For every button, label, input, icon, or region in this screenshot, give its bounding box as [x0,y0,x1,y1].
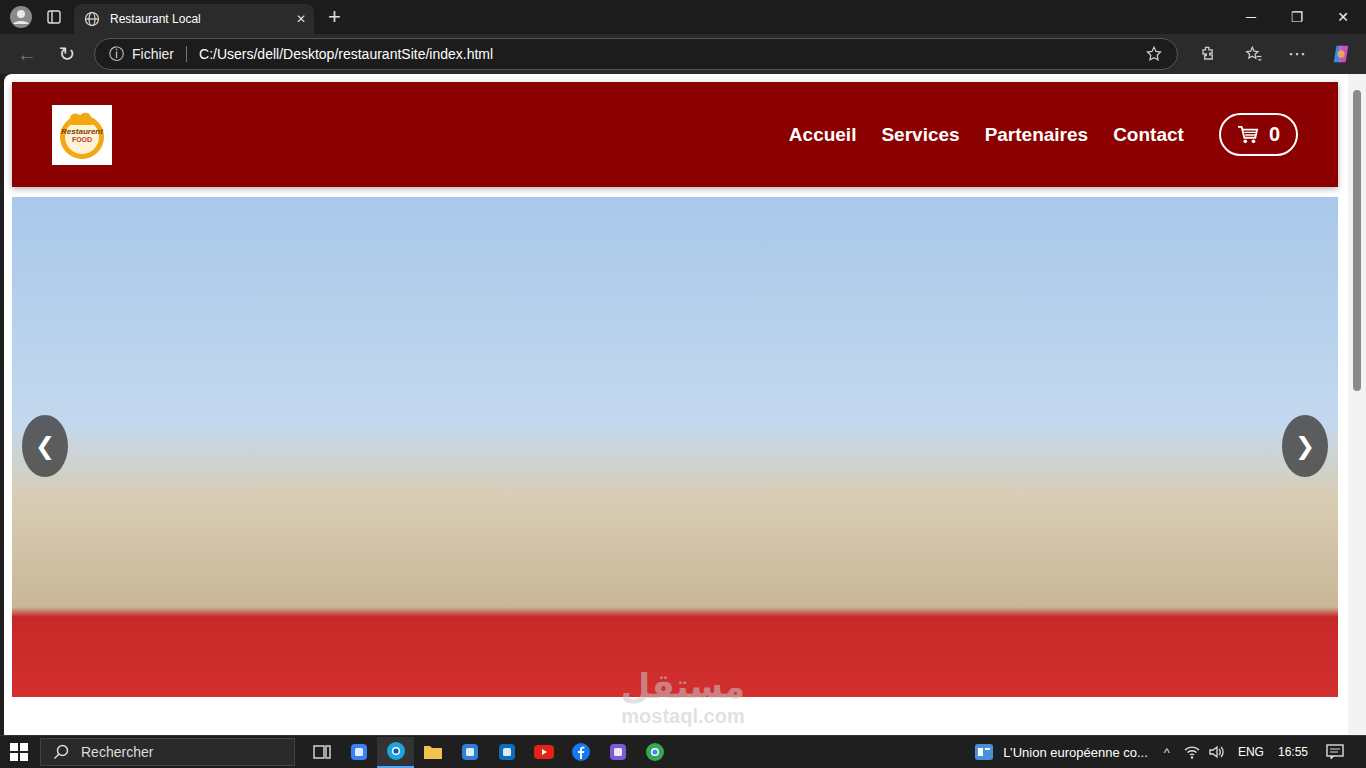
folder-icon [423,743,443,761]
taskbar: Rechercher L’Union européenne co... ^ ENG 16… [0,735,1366,768]
news-text: L’Union européenne co... [1003,745,1148,760]
language-indicator[interactable]: ENG [1238,745,1264,759]
cart-icon [1237,125,1259,145]
chrome-icon [645,742,665,762]
news-widget[interactable]: L’Union européenne co... [975,744,1148,760]
taskbar-app[interactable] [451,737,488,768]
desktop: Restaurant Local✕+─❐✕←↻ⓘFichierC:/Users/… [0,0,1366,768]
cart-button[interactable]: 0 [1219,113,1298,156]
hero-carousel: ❮❯ [12,197,1338,697]
taskbar-app[interactable] [340,737,377,768]
carousel-prev-button[interactable]: ❮ [22,415,68,477]
store-icon [461,743,479,761]
taskbar-app[interactable] [599,737,636,768]
logo[interactable]: RestaurentFOOD [52,105,112,165]
browser-toolbar: ← ↻ ⓘ Fichier C:/Users/dell/Desktop/restaura… [0,34,1366,74]
info-icon[interactable]: ⓘ [109,45,124,64]
extensions-icon[interactable] [1198,44,1218,64]
copilot-icon [350,743,368,761]
taskbar-app[interactable] [636,737,673,768]
youtube-icon [534,744,554,760]
profile-icon[interactable] [10,5,34,29]
nav-link[interactable]: Accueil [789,124,857,146]
watermark: مستقلmostaql.com [598,668,768,728]
taskbar-app[interactable] [377,737,414,768]
window-control-button[interactable]: ❐ [1274,9,1320,25]
search-icon [53,744,69,760]
taskbar-app[interactable] [562,737,599,768]
page-viewport: RestaurentFOOD Accueil Services Partenaires… [4,74,1366,735]
more-button[interactable]: ⋯ [1284,43,1310,65]
edge-icon [386,741,406,761]
nav-link[interactable]: Services [881,124,959,146]
site-navbar: RestaurentFOOD Accueil Services Partenaires… [12,82,1338,187]
scrollbar[interactable] [1348,74,1366,735]
scheme-label: Fichier [132,46,174,62]
favorites-icon[interactable] [1244,44,1264,64]
reload-button[interactable]: ↻ [54,42,80,66]
address-bar[interactable]: ⓘ Fichier C:/Users/dell/Desktop/restaurant… [94,38,1178,70]
windows-start-icon[interactable] [10,743,28,761]
tray-chevron-button[interactable]: ^ [1164,745,1170,760]
notification-icon[interactable] [1326,744,1344,760]
logo-text: Restaurent [61,127,103,136]
tab-bar: Restaurant Local✕+─❐✕ [0,0,1366,34]
clock[interactable]: 16:55 [1278,745,1308,759]
mixed-icon [609,743,627,761]
carousel-next-button[interactable]: ❯ [1282,415,1328,477]
taskbar-search[interactable]: Rechercher [40,738,295,766]
new-tab-button[interactable]: + [328,4,341,30]
nav-menu: Accueil Services Partenaires Contact 0 [789,113,1298,156]
url-text: C:/Users/dell/Desktop/restaurantSite/ind… [199,46,493,62]
star-icon[interactable] [1145,45,1163,63]
outlook-icon [498,743,516,761]
facebook-icon [571,742,591,762]
taskbar-apps [303,737,673,768]
watermark-arabic: مستقل [621,668,745,705]
tab-close-button[interactable]: ✕ [296,12,306,26]
window-control-button[interactable]: ✕ [1320,9,1366,25]
globe-icon [84,11,100,27]
search-placeholder: Rechercher [81,744,153,760]
cart-count: 0 [1269,123,1280,146]
web-page: RestaurentFOOD Accueil Services Partenaires… [4,74,1348,735]
scrollbar-thumb[interactable] [1353,90,1361,391]
browser-tab[interactable]: Restaurant Local ✕ [74,4,314,34]
tab-title: Restaurant Local [110,12,286,26]
back-button[interactable]: ← [14,43,40,66]
nav-link[interactable]: Partenaires [985,124,1089,146]
copilot-icon[interactable] [1330,43,1352,65]
restaurant-photo [12,197,1338,697]
wifi-icon[interactable] [1184,744,1200,760]
taskbar-app[interactable] [488,737,525,768]
volume-icon[interactable] [1208,744,1224,760]
window-control-button[interactable]: ─ [1228,9,1274,25]
taskbar-app[interactable] [525,737,562,768]
tab-actions-icon[interactable] [34,9,74,25]
watermark-latin: mostaql.com [621,705,744,728]
news-icon [975,744,993,760]
task-view-icon [313,743,331,761]
nav-link[interactable]: Contact [1113,124,1184,146]
taskbar-app[interactable] [414,737,451,768]
logo-subtext: FOOD [72,136,92,143]
taskbar-app[interactable] [303,737,340,768]
